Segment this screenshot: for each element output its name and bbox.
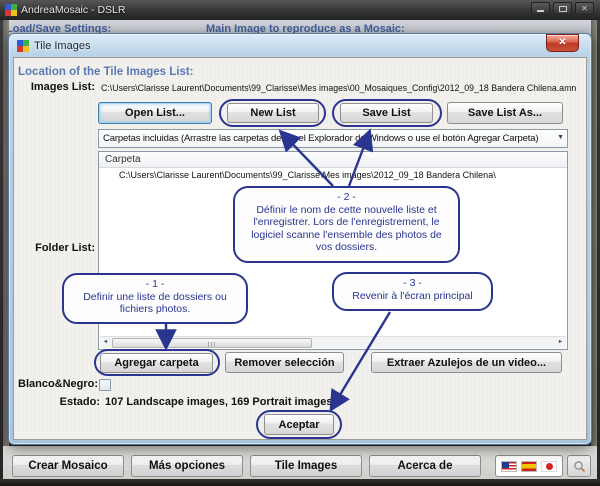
estado-value: 107 Landscape images, 169 Portrait image… (105, 396, 336, 408)
dialog-mosaic-icon (17, 40, 29, 52)
minimize-icon (537, 10, 544, 12)
mas-opciones-button[interactable]: Más opciones (131, 455, 243, 477)
callout-1: - 1 - Definir une liste de dossiers ou f… (62, 273, 248, 324)
main-window-titlebar: AndreaMosaic - DSLR ✕ (0, 0, 600, 20)
blanco-negro-label: Blanco&Negro: (18, 378, 95, 390)
flag-spain-icon (521, 461, 537, 472)
folder-list-label: Folder List: (18, 242, 95, 254)
dialog-close-button[interactable]: ✕ (546, 34, 579, 52)
blanco-negro-checkbox[interactable] (99, 379, 111, 391)
scroll-left-icon[interactable]: ◄ (100, 337, 111, 348)
annotation-oval-save-list (332, 99, 442, 127)
scrollbar-grip (208, 342, 215, 347)
tile-images-button[interactable]: Tile Images (250, 455, 362, 477)
andreamosaic-logo-icon (5, 4, 17, 16)
crear-mosaico-button[interactable]: Crear Mosaico (12, 455, 124, 477)
maximize-button[interactable] (553, 2, 572, 15)
estado-label: Estado: (18, 396, 100, 408)
window-bottom-edge (0, 479, 600, 486)
flag-us-icon (501, 461, 517, 472)
close-button[interactable]: ✕ (575, 2, 594, 15)
search-button[interactable] (567, 455, 591, 477)
main-window-title: AndreaMosaic - DSLR (21, 4, 125, 16)
magnifier-icon (573, 460, 586, 473)
column-header-carpeta[interactable]: Carpeta (99, 152, 567, 168)
dialog-title: Tile Images (34, 40, 90, 52)
callout-3: - 3 - Revenir à l'écran principal (332, 272, 493, 311)
annotation-oval-agregar-carpeta (94, 349, 220, 376)
language-selector-button[interactable] (495, 455, 563, 477)
flag-japan-icon (541, 461, 557, 472)
images-list-path: C:\Users\Clarisse Laurent\Documents\99_C… (101, 83, 576, 93)
callout-2-text: Définir le nom de cette nouvelle liste e… (243, 204, 450, 254)
acerca-de-button[interactable]: Acerca de (369, 455, 481, 477)
callout-3-text: Revenir à l'écran principal (342, 290, 483, 303)
callout-1-text: Definir une liste de dossiers ou fichier… (72, 291, 238, 316)
extraer-azulejos-button[interactable]: Extraer Azulejos de un video... (371, 352, 562, 373)
callout-1-number: - 1 - (72, 278, 238, 291)
dialog-titlebar: Tile Images (12, 36, 588, 56)
chevron-down-icon: ▼ (557, 134, 564, 141)
minimize-button[interactable] (531, 2, 550, 15)
horizontal-scrollbar[interactable]: ◄ ► (100, 336, 566, 348)
callout-3-number: - 3 - (342, 277, 483, 290)
scrollbar-thumb[interactable] (112, 338, 312, 348)
callout-2: - 2 - Définir le nom de cette nouvelle l… (233, 186, 460, 263)
close-icon: ✕ (581, 4, 588, 13)
remover-seleccion-button[interactable]: Remover selección (225, 352, 344, 373)
annotation-oval-aceptar (256, 410, 342, 439)
close-icon: ✕ (558, 37, 566, 48)
save-list-as-button[interactable]: Save List As... (447, 102, 563, 124)
images-list-label: Images List: (18, 81, 95, 93)
folder-list-row[interactable]: C:\Users\Clarisse Laurent\Documents\99_C… (99, 170, 567, 183)
callout-2-number: - 2 - (243, 191, 450, 204)
section-header: Location of the Tile Images List: (18, 66, 194, 78)
folder-mode-dropdown[interactable]: Carpetas incluidas (Arrastre las carpeta… (98, 129, 568, 148)
scroll-right-icon[interactable]: ► (555, 337, 566, 348)
open-list-button[interactable]: Open List... (98, 102, 212, 124)
maximize-icon (559, 6, 567, 12)
annotation-oval-new-list (219, 99, 326, 127)
dropdown-selected-value: Carpetas incluidas (Arrastre las carpeta… (103, 133, 538, 144)
